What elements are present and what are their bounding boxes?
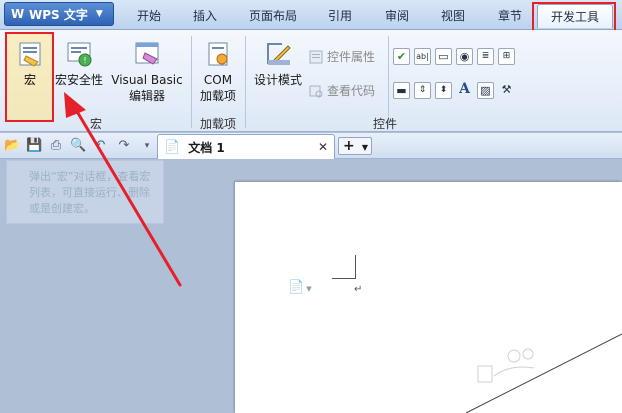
watermark-icon	[477, 348, 535, 383]
